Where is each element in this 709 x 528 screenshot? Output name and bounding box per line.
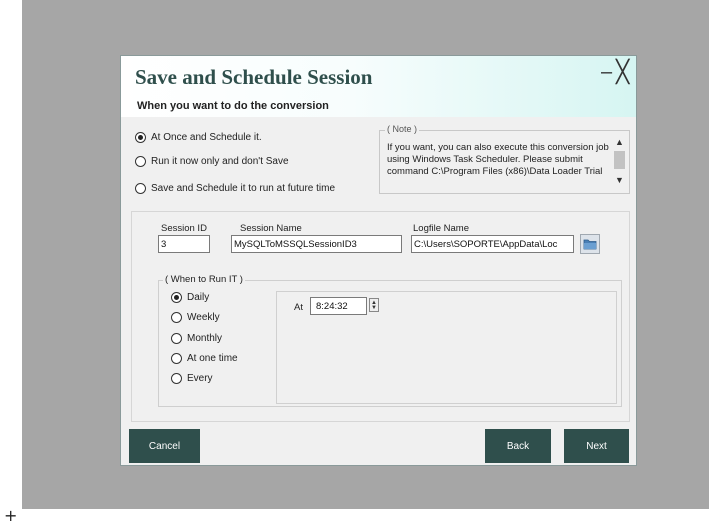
radio-daily[interactable]	[171, 292, 182, 303]
scroll-thumb[interactable]	[614, 151, 625, 169]
option-at-once-label: At Once and Schedule it.	[151, 132, 262, 143]
minimize-button[interactable]: –	[601, 62, 612, 82]
option-at-once[interactable]: At Once and Schedule it.	[135, 132, 262, 143]
spin-down-icon[interactable]: ▼	[371, 305, 377, 311]
session-id-label: Session ID	[161, 223, 207, 234]
schedule-weekly-label: Weekly	[187, 312, 220, 323]
when-to-run-legend: ( When to Run IT )	[163, 274, 245, 285]
chevron-up-icon[interactable]: ▲	[615, 138, 624, 147]
note-box: ( Note ) If you want, you can also execu…	[379, 124, 630, 194]
radio-every[interactable]	[171, 373, 182, 384]
dialog-title: Save and Schedule Session	[135, 65, 373, 89]
schedule-every[interactable]: Every	[171, 373, 213, 384]
browse-folder-button[interactable]	[580, 234, 600, 254]
cancel-button[interactable]: Cancel	[129, 429, 200, 463]
time-input[interactable]: 8:24:32	[310, 297, 367, 315]
chevron-down-icon[interactable]: ▼	[615, 176, 624, 185]
session-name-label: Session Name	[240, 223, 302, 234]
session-name-input[interactable]: MySQLToMSSQLSessionID3	[231, 235, 402, 253]
note-text: If you want, you can also execute this c…	[387, 142, 609, 177]
radio-monthly[interactable]	[171, 333, 182, 344]
folder-icon	[583, 239, 597, 250]
schedule-daily-label: Daily	[187, 292, 210, 303]
option-run-now[interactable]: Run it now only and don't Save	[135, 156, 289, 167]
logfile-name-input[interactable]: C:\Users\SOPORTE\AppData\Loc	[411, 235, 574, 253]
next-button[interactable]: Next	[564, 429, 629, 463]
close-button[interactable]: ╳	[616, 61, 629, 83]
radio-future[interactable]	[135, 183, 146, 194]
at-label: At	[294, 302, 303, 313]
dialog-header: Save and Schedule Session When you want …	[121, 56, 636, 117]
when-to-run-group: ( When to Run IT )	[158, 274, 622, 407]
option-future-label: Save and Schedule it to run at future ti…	[151, 183, 335, 194]
session-id-input[interactable]: 3	[158, 235, 210, 253]
schedule-daily[interactable]: Daily	[171, 292, 209, 303]
logfile-name-label: Logfile Name	[413, 223, 469, 234]
schedule-one-time-label: At one time	[187, 353, 238, 364]
time-spinner[interactable]: ▲ ▼	[369, 298, 379, 312]
radio-run-now[interactable]	[135, 156, 146, 167]
option-run-now-label: Run it now only and don't Save	[151, 156, 289, 167]
schedule-monthly-label: Monthly	[187, 333, 223, 344]
option-future[interactable]: Save and Schedule it to run at future ti…	[135, 183, 335, 194]
schedule-one-time[interactable]: At one time	[171, 353, 238, 364]
save-schedule-dialog: Save and Schedule Session When you want …	[120, 55, 637, 466]
dialog-subtitle: When you want to do the conversion	[137, 100, 329, 112]
schedule-every-label: Every	[187, 373, 213, 384]
cursor-icon: +	[4, 506, 18, 525]
radio-weekly[interactable]	[171, 312, 182, 323]
note-legend: ( Note )	[385, 124, 420, 134]
schedule-weekly[interactable]: Weekly	[171, 312, 220, 323]
radio-at-once[interactable]	[135, 132, 146, 143]
back-button[interactable]: Back	[485, 429, 551, 463]
schedule-monthly[interactable]: Monthly	[171, 333, 222, 344]
radio-one-time[interactable]	[171, 353, 182, 364]
note-scrollbar[interactable]: ▲ ▼	[611, 132, 628, 192]
